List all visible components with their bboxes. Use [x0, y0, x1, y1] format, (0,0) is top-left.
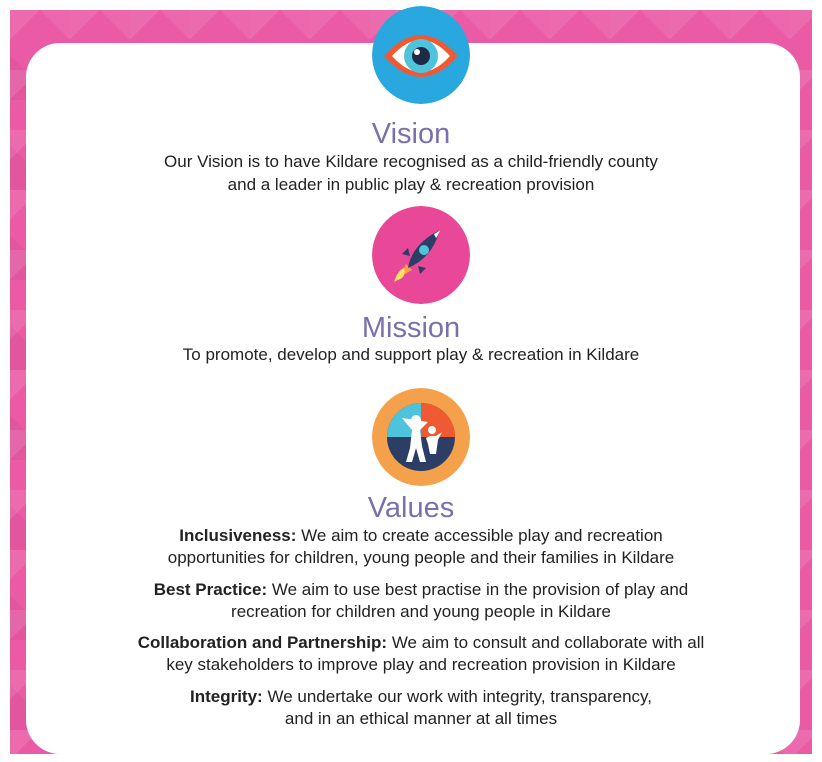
value-collaboration: Collaboration and Partnership: We aim to… — [100, 632, 742, 676]
value-text: recreation for children and young people… — [231, 602, 611, 621]
value-label: Best Practice: — [153, 580, 268, 599]
vision-text-line-2: and a leader in public play & recreation… — [227, 175, 595, 194]
values-title: Values — [367, 492, 455, 524]
value-text: key stakeholders to improve play and rec… — [166, 655, 676, 674]
value-text: We aim to use best practise in the provi… — [271, 580, 689, 599]
vision-text-line-1: Our Vision is to have Kildare recognised… — [164, 152, 658, 171]
value-text: We aim to consult and collaborate with a… — [391, 633, 705, 652]
mission-title: Mission — [361, 312, 461, 344]
value-integrity: Integrity: We undertake our work with in… — [100, 686, 742, 730]
value-best-practice: Best Practice: We aim to use best practi… — [100, 579, 742, 623]
value-text: and in an ethical manner at all times — [284, 709, 558, 728]
rocket-icon — [372, 206, 470, 304]
people-icon — [372, 388, 470, 486]
value-label: Collaboration and Partnership: — [137, 633, 388, 652]
mission-text: To promote, develop and support play & r… — [182, 345, 640, 364]
vision-title: Vision — [371, 118, 451, 150]
value-text: We undertake our work with integrity, tr… — [267, 687, 653, 706]
eye-icon — [372, 6, 470, 104]
value-text: opportunities for children, young people… — [167, 548, 675, 567]
value-text: We aim to create accessible play and rec… — [301, 526, 663, 545]
value-inclusiveness: Inclusiveness: We aim to create accessib… — [100, 525, 742, 569]
value-label: Integrity: — [189, 687, 263, 706]
value-label: Inclusiveness: — [179, 526, 297, 545]
